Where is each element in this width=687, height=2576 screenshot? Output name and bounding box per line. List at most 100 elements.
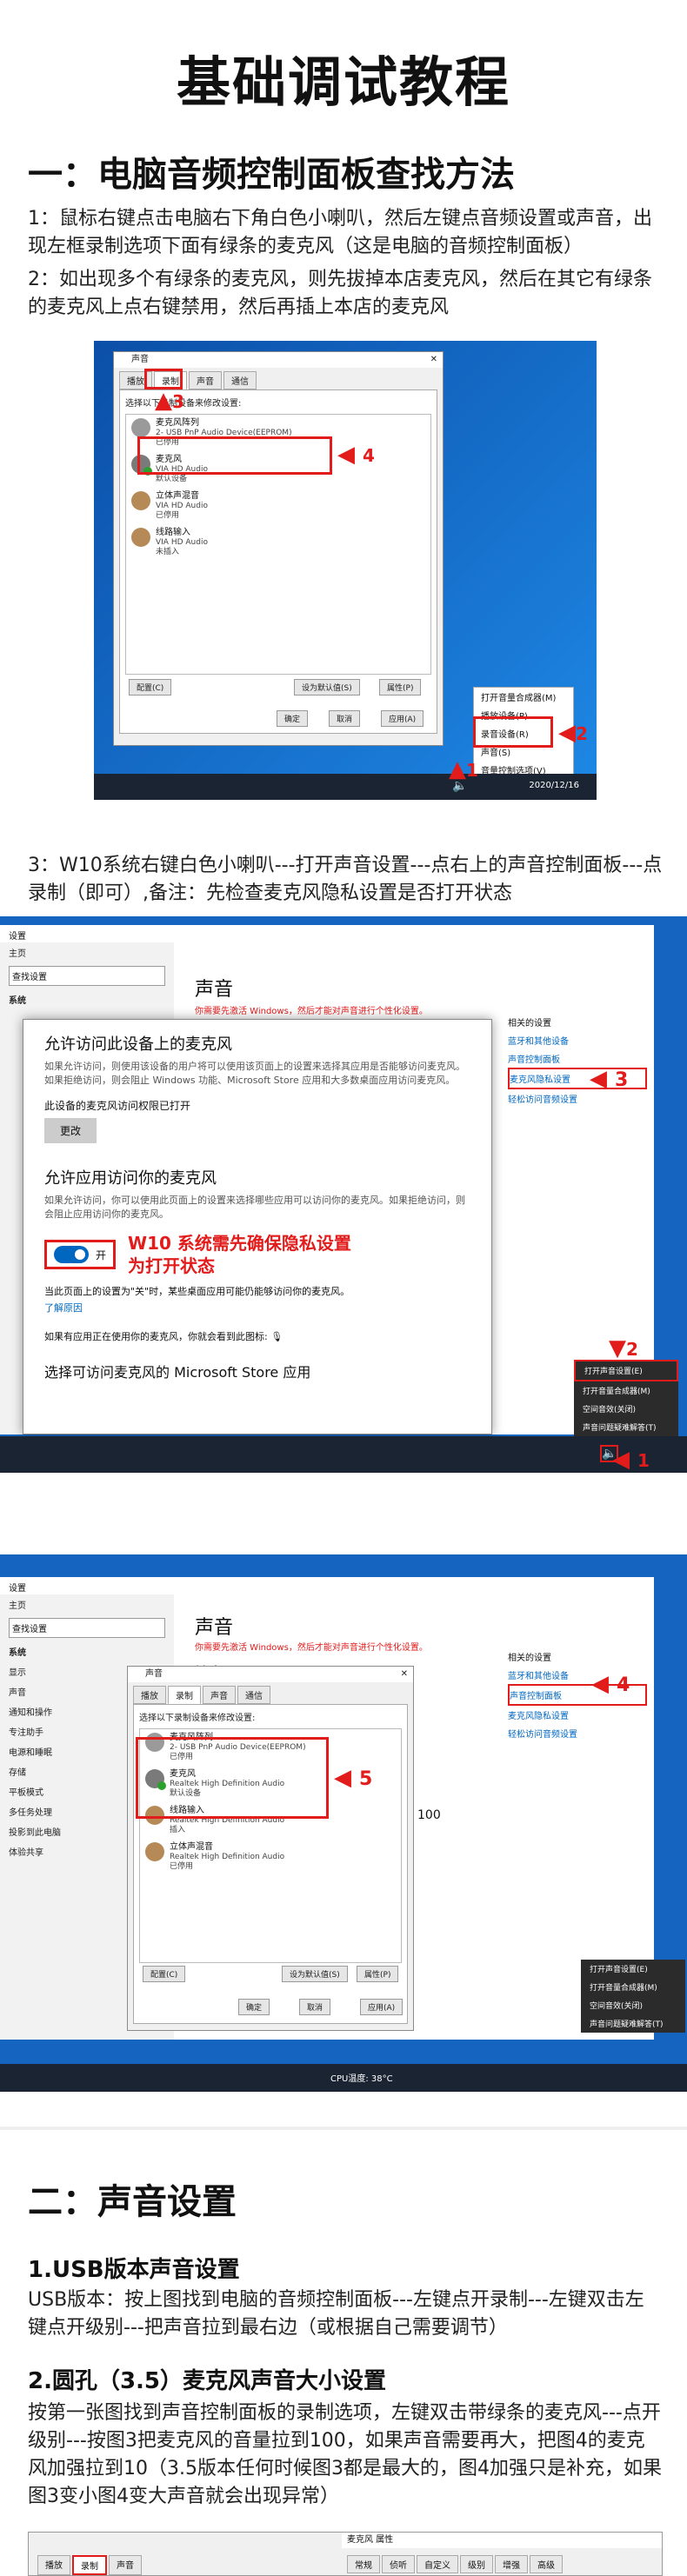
- properties-button[interactable]: 属性(P): [357, 1966, 399, 1982]
- device-item[interactable]: 立体声混音 VIA HD Audio 已停用: [126, 488, 430, 524]
- properties-button[interactable]: 属性(P): [379, 679, 422, 696]
- privacy-heading-apps: 允许应用访问你的麦克风: [44, 1169, 217, 1188]
- ok-button[interactable]: 确定: [238, 1999, 270, 2015]
- sidebar-system: 系统: [9, 1648, 26, 1658]
- set-default-button[interactable]: 设为默认值(S): [282, 1966, 348, 1982]
- settings-search-input[interactable]: 查找设置: [9, 1618, 165, 1638]
- device-driver: VIA HD Audio: [156, 538, 208, 547]
- settings-search-input[interactable]: 查找设置: [9, 966, 165, 986]
- menu-item-mixer[interactable]: 打开音量合成器(M): [574, 1381, 678, 1400]
- stereo-mix-icon: [131, 491, 150, 510]
- tab-communications[interactable]: 通信: [237, 1686, 270, 1704]
- set-default-button[interactable]: 设为默认值(S): [294, 679, 360, 696]
- device-item[interactable]: 立体声混音 Realtek High Definition Audio 已停用: [140, 1839, 401, 1875]
- highlight-toggle: 开: [44, 1240, 117, 1269]
- link-mic-privacy[interactable]: 麦克风隐私设置: [508, 1706, 647, 1724]
- close-icon[interactable]: ✕: [430, 352, 437, 368]
- tab-playback[interactable]: 播放: [133, 1686, 166, 1704]
- usb-paragraph: USB版本：按上图找到电脑的音频控制面板---左键点开录制---左键双击左键点开…: [28, 2289, 644, 2339]
- stereo-mix-icon: [145, 1842, 164, 1861]
- sidebar-home[interactable]: 主页: [0, 942, 174, 962]
- device-name: 立体声混音: [170, 1842, 213, 1852]
- tab-general[interactable]: 常规: [347, 2555, 380, 2573]
- mic-access-toggle[interactable]: [54, 1246, 89, 1263]
- tab-recording[interactable]: 录制: [168, 1686, 201, 1704]
- mic-privacy-panel: 允许访问此设备上的麦克风 如果允许访问，则使用该设备的用户将可以使用该页面上的设…: [23, 1019, 492, 1434]
- taskbar-date: 2020/12/16: [529, 781, 579, 790]
- apply-button[interactable]: 应用(A): [381, 710, 424, 727]
- tab-playback[interactable]: 播放: [37, 2555, 70, 2575]
- learn-why-link[interactable]: 了解原因: [44, 1298, 470, 1317]
- section-divider: [0, 2127, 687, 2130]
- tab-enhancements[interactable]: 增强: [495, 2555, 528, 2573]
- highlight-usb-mic: [137, 436, 332, 475]
- close-icon[interactable]: ✕: [401, 1667, 408, 1682]
- menu-item-spatial[interactable]: 空间音效(关闭): [574, 1400, 678, 1418]
- highlight-recording-tab: [144, 369, 183, 389]
- cpu-temp: CPU温度: 38°C: [330, 2074, 393, 2084]
- device-item[interactable]: 线路输入 VIA HD Audio 未插入: [126, 524, 430, 561]
- menu-item-open-sound-settings[interactable]: 打开声音设置(E): [574, 1360, 678, 1381]
- instruction-text: 选择以下录制设备来修改设置:: [139, 1714, 256, 1723]
- device-status: 插入: [170, 1826, 186, 1834]
- tab-sounds[interactable]: 声音: [109, 2555, 142, 2575]
- tab-custom[interactable]: 自定义: [417, 2555, 458, 2573]
- toggle-label: 开: [96, 1248, 107, 1261]
- jack-heading: 2.圆孔（3.5）麦克风声音大小设置: [28, 2368, 387, 2394]
- related-heading: 相关的设置: [508, 1654, 551, 1663]
- link-sound-control-panel[interactable]: 声音控制面板: [508, 1049, 647, 1068]
- marker-4: ◀ 4: [337, 442, 375, 468]
- tab-recording[interactable]: 录制: [72, 2555, 107, 2575]
- dialog-tabs-left: 播放 录制 声音: [32, 2552, 147, 2575]
- change-button[interactable]: 更改: [44, 1118, 97, 1143]
- menu-item-open-sound-settings[interactable]: 打开声音设置(E): [581, 1960, 685, 1978]
- tab-advanced[interactable]: 高级: [530, 2555, 563, 2573]
- device-status: 已停用: [156, 511, 180, 520]
- section1-step1: 1：鼠标右键点击电脑右下角白色小喇叭，然后左键点音频设置或声音，出现左框录制选项…: [28, 208, 652, 257]
- dialog-title: 声音: [145, 1669, 163, 1679]
- taskbar: 2020/12/16 🔈: [94, 774, 597, 800]
- usb-heading: 1.USB版本声音设置: [28, 2257, 240, 2283]
- menu-item-troubleshoot[interactable]: 声音问题疑难解答(T): [581, 2014, 685, 2033]
- sidebar-system: 系统: [9, 996, 26, 1006]
- device-name: 麦克风阵列: [156, 418, 199, 428]
- menu-item-mixer[interactable]: 打开音量合成器(M): [474, 688, 573, 706]
- cancel-button[interactable]: 取消: [329, 710, 361, 727]
- taskbar: CPU温度: 38°C: [0, 2064, 687, 2092]
- link-bluetooth[interactable]: 蓝牙和其他设备: [508, 1031, 647, 1049]
- section1-heading: 一：电脑音频控制面板查找方法: [28, 155, 515, 195]
- tray-context-menu: 打开声音设置(E) 打开音量合成器(M) 空间音效(关闭) 声音问题疑难解答(T…: [581, 1960, 685, 2033]
- link-ease-access-audio[interactable]: 轻松访问音频设置: [508, 1724, 647, 1742]
- configure-button[interactable]: 配置(C): [143, 1966, 186, 1982]
- marker-1: ▲1: [449, 756, 478, 782]
- device-status: 已停用: [170, 1862, 194, 1871]
- device-driver: VIA HD Audio: [156, 502, 208, 510]
- tab-communications[interactable]: 通信: [223, 371, 257, 389]
- apply-button[interactable]: 应用(A): [360, 1999, 404, 2015]
- privacy-desc-device: 如果允许访问，则使用该设备的用户将可以使用该页面上的设置来选择其应用是否能够访问…: [44, 1061, 465, 1086]
- marker-3: ◀ 3: [590, 1066, 629, 1092]
- dialog-tabs-right: 常规 侦听 自定义 级别 增强 高级: [342, 2552, 568, 2573]
- activation-warning: 你需要先激活 Windows，然后才能对声音进行个性化设置。: [195, 1007, 428, 1016]
- tab-listen[interactable]: 侦听: [382, 2555, 415, 2573]
- configure-button[interactable]: 配置(C): [129, 679, 172, 696]
- device-driver: Realtek High Definition Audio: [170, 1853, 285, 1861]
- tab-levels[interactable]: 级别: [460, 2555, 493, 2573]
- privacy-heading-device: 允许访问此设备上的麦克风: [44, 1035, 232, 1054]
- microphone-icon: 🎙: [270, 1331, 283, 1342]
- cancel-button[interactable]: 取消: [299, 1999, 331, 2015]
- device-name: 线路输入: [156, 528, 190, 537]
- link-ease-access-audio[interactable]: 轻松访问音频设置: [508, 1089, 647, 1108]
- mic-icon-note-text: 如果有应用正在使用你的麦克风，你就会看到此图标:: [44, 1331, 268, 1342]
- jack-paragraph: 按第一张图找到声音控制面板的录制选项，左键双击带绿条的麦克风---点开级别---…: [28, 2402, 662, 2507]
- sidebar-home[interactable]: 主页: [0, 1594, 174, 1614]
- dialog-titlebar: 声音 ✕: [128, 1667, 413, 1682]
- menu-item-troubleshoot[interactable]: 声音问题疑难解答(T): [574, 1418, 678, 1436]
- tab-sounds[interactable]: 声音: [203, 1686, 236, 1704]
- ok-button[interactable]: 确定: [277, 710, 309, 727]
- microphone-icon: [131, 418, 150, 437]
- related-settings: 相关的设置 蓝牙和其他设备 声音控制面板 麦克风隐私设置 轻松访问音频设置: [508, 1015, 647, 1108]
- tab-sounds[interactable]: 声音: [189, 371, 222, 389]
- menu-item-spatial[interactable]: 空间音效(关闭): [581, 1996, 685, 2014]
- menu-item-mixer[interactable]: 打开音量合成器(M): [581, 1978, 685, 1996]
